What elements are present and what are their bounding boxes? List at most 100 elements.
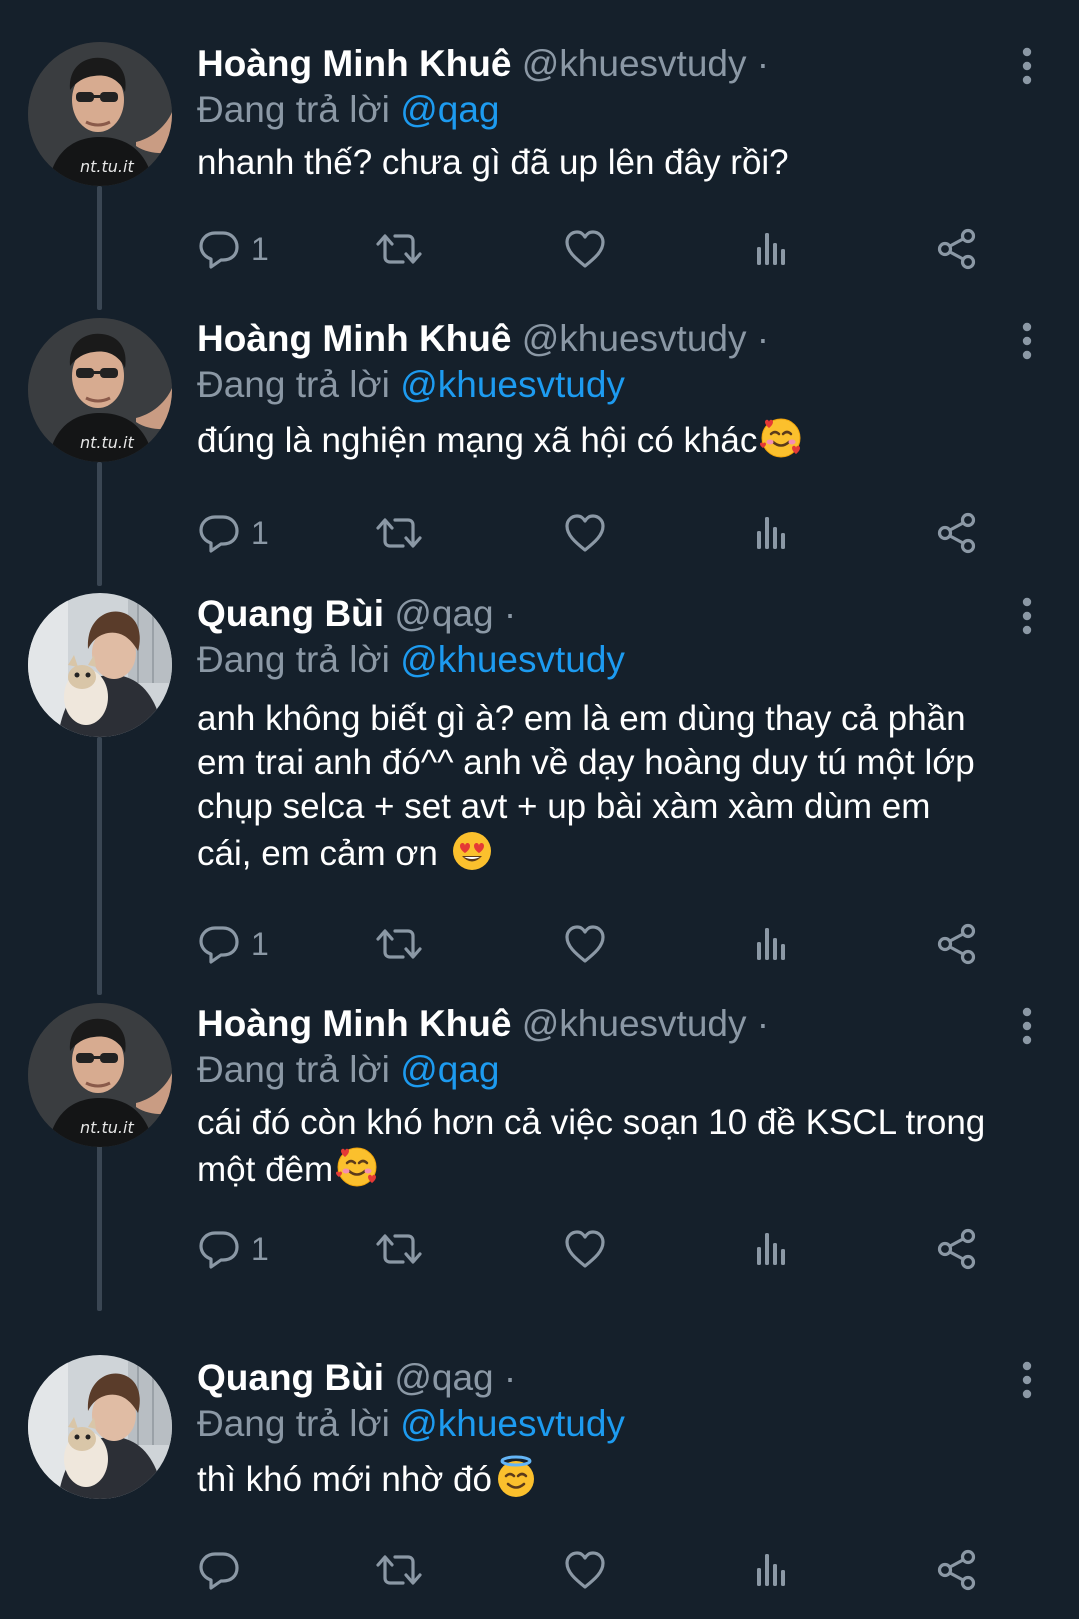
user-handle[interactable]: @qag (394, 593, 493, 634)
retweet-button[interactable] (375, 1224, 423, 1274)
tweet-header: Hoàng Minh Khuê @khuesvtudy · (197, 1001, 1039, 1047)
reply-target-link[interactable]: @khuesvtudy (400, 639, 625, 680)
display-name[interactable]: Hoàng Minh Khuê (197, 43, 511, 84)
reply-prefix: Đang trả lời (197, 1403, 390, 1444)
analytics-button[interactable] (749, 508, 793, 558)
separator-dot: · (503, 1357, 517, 1398)
separator-dot: · (756, 1003, 770, 1044)
display-name[interactable]: Quang Bùi (197, 593, 384, 634)
retweet-button[interactable] (375, 508, 423, 558)
more-options-icon[interactable] (1015, 319, 1039, 363)
action-bar: 1 (197, 224, 1017, 274)
share-icon (935, 1548, 979, 1592)
display-name[interactable]: Hoàng Minh Khuê (197, 1003, 511, 1044)
reply-prefix: Đang trả lời (197, 639, 390, 680)
retweet-button[interactable] (375, 1545, 423, 1595)
action-bar (197, 1545, 1017, 1595)
reply-button[interactable] (197, 1545, 251, 1595)
reply-target-link[interactable]: @qag (400, 1049, 499, 1090)
tweet-text-line: em trai anh đó^^ anh về dạy hoàng duy tú… (197, 743, 975, 782)
share-icon (935, 922, 979, 966)
like-button[interactable] (563, 1545, 607, 1595)
like-button[interactable] (563, 224, 607, 274)
tweet-text-line: anh không biết gì à? em là em dùng thay … (197, 699, 966, 738)
share-icon (935, 1227, 979, 1271)
reply-count: 1 (251, 1230, 269, 1267)
avatar[interactable] (28, 318, 172, 462)
retweet-icon (375, 511, 423, 555)
share-button[interactable] (935, 919, 979, 969)
reply-prefix: Đang trả lời (197, 1049, 390, 1090)
retweet-icon (375, 227, 423, 271)
display-name[interactable]: Hoàng Minh Khuê (197, 318, 511, 359)
replying-to: Đang trả lời @khuesvtudy (197, 362, 1039, 408)
user-handle[interactable]: @qag (394, 1357, 493, 1398)
share-icon (935, 511, 979, 555)
share-button[interactable] (935, 508, 979, 558)
tweet-text-line: một đêm (197, 1150, 334, 1189)
tweet-header: Hoàng Minh Khuê @khuesvtudy · (197, 316, 1039, 362)
tweet-header: Quang Bùi @qag · (197, 591, 1039, 637)
display-name[interactable]: Quang Bùi (197, 1357, 384, 1398)
heart-icon (563, 1227, 607, 1271)
tweet[interactable]: Quang Bùi @qag · Đang trả lời @khuesvtud… (0, 1313, 1079, 1619)
tweet-text: nhanh thế? chưa gì đã up lên đây rồi? (197, 141, 1039, 185)
action-bar: 1 (197, 1224, 1017, 1274)
analytics-button[interactable] (749, 919, 793, 969)
avatar[interactable] (28, 1003, 172, 1147)
avatar[interactable] (28, 1355, 172, 1499)
user-handle[interactable]: @khuesvtudy (522, 318, 747, 359)
separator-dot: · (756, 318, 770, 359)
share-icon (935, 227, 979, 271)
tweet[interactable]: Quang Bùi @qag · Đang trả lời @khuesvtud… (0, 585, 1079, 995)
retweet-button[interactable] (375, 224, 423, 274)
heart-icon (563, 922, 607, 966)
analytics-button[interactable] (749, 1545, 793, 1595)
avatar[interactable] (28, 593, 172, 737)
user-handle[interactable]: @khuesvtudy (522, 43, 747, 84)
halo-face-icon (494, 1455, 538, 1499)
retweet-button[interactable] (375, 919, 423, 969)
share-button[interactable] (935, 224, 979, 274)
more-options-icon[interactable] (1015, 44, 1039, 88)
reply-icon (197, 227, 241, 271)
reply-button[interactable]: 1 (197, 919, 269, 969)
user-handle[interactable]: @khuesvtudy (522, 1003, 747, 1044)
analytics-icon (749, 922, 793, 966)
reply-button[interactable]: 1 (197, 1224, 269, 1274)
more-options-icon[interactable] (1015, 1358, 1039, 1402)
more-options-icon[interactable] (1015, 1004, 1039, 1048)
retweet-icon (375, 1548, 423, 1592)
avatar[interactable] (28, 42, 172, 186)
replying-to: Đang trả lời @khuesvtudy (197, 637, 1039, 683)
reply-icon (197, 511, 241, 555)
reply-target-link[interactable]: @qag (400, 89, 499, 130)
reply-target-link[interactable]: @khuesvtudy (400, 364, 625, 405)
tweet[interactable]: Hoàng Minh Khuê @khuesvtudy · Đang trả l… (0, 995, 1079, 1313)
like-button[interactable] (563, 1224, 607, 1274)
tweet[interactable]: Hoàng Minh Khuê @khuesvtudy · Đang trả l… (0, 0, 1079, 310)
analytics-button[interactable] (749, 224, 793, 274)
analytics-button[interactable] (749, 1224, 793, 1274)
replying-to: Đang trả lời @qag (197, 1047, 1039, 1093)
more-options-icon[interactable] (1015, 594, 1039, 638)
share-button[interactable] (935, 1224, 979, 1274)
reply-prefix: Đang trả lời (197, 89, 390, 130)
reply-button[interactable]: 1 (197, 508, 269, 558)
like-button[interactable] (563, 919, 607, 969)
analytics-icon (749, 1227, 793, 1271)
reply-icon (197, 922, 241, 966)
heart-eyes-icon (450, 829, 494, 873)
tweet-text: cái đó còn khó hơn cả việc soạn 10 đề KS… (197, 1101, 1039, 1192)
reply-count: 1 (251, 230, 269, 267)
tweet-text-line: thì khó mới nhờ đó (197, 1460, 492, 1499)
share-button[interactable] (935, 1545, 979, 1595)
heart-icon (563, 227, 607, 271)
tweet-text-line: chụp selca + set avt + up bài xàm xàm dù… (197, 787, 931, 826)
tweet[interactable]: Hoàng Minh Khuê @khuesvtudy · Đang trả l… (0, 310, 1079, 585)
like-button[interactable] (563, 508, 607, 558)
heart-icon (563, 511, 607, 555)
reply-icon (197, 1548, 241, 1592)
reply-target-link[interactable]: @khuesvtudy (400, 1403, 625, 1444)
reply-button[interactable]: 1 (197, 224, 269, 274)
